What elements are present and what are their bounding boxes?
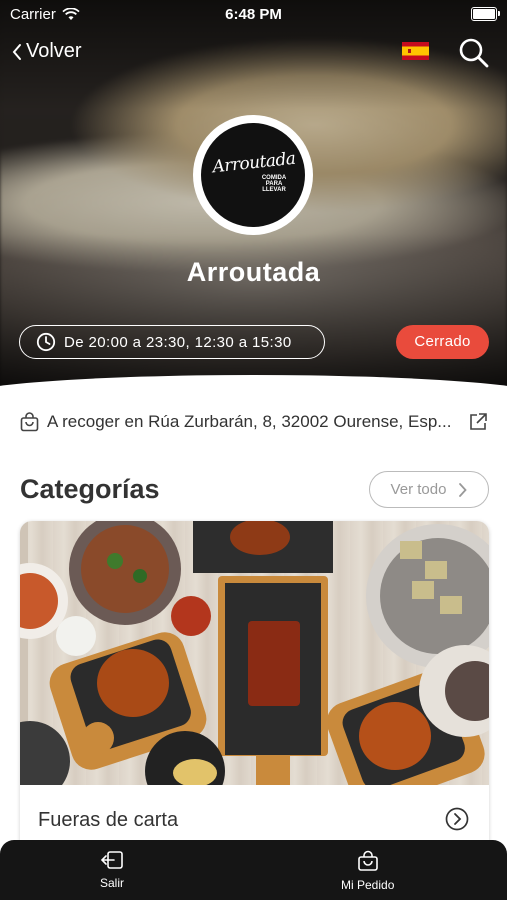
- pickup-address[interactable]: A recoger en Rúa Zurbarán, 8, 32002 Oure…: [20, 410, 488, 434]
- tab-mi-pedido-label: Mi Pedido: [341, 878, 395, 892]
- hours-text: De 20:00 a 23:30, 12:30 a 15:30: [64, 333, 292, 351]
- restaurant-name: Arroutada: [186, 257, 321, 287]
- bag-icon: [20, 412, 39, 432]
- tab-salir[interactable]: Salir: [100, 850, 124, 890]
- opening-hours: De 20:00 a 23:30, 12:30 a 15:30: [19, 325, 325, 359]
- status-badge: Cerrado: [396, 325, 489, 359]
- clock: 6:48 PM: [225, 6, 282, 23]
- status-bar: Carrier 6:48 PM: [0, 0, 507, 28]
- logo-script: Arroutada: [211, 148, 297, 178]
- chevron-left-icon: [12, 43, 21, 60]
- tab-mi-pedido[interactable]: Mi Pedido: [341, 850, 394, 892]
- chevron-right-icon: [459, 482, 468, 497]
- pickup-address-text: A recoger en Rúa Zurbarán, 8, 32002 Oure…: [47, 412, 452, 431]
- external-link-icon[interactable]: [468, 412, 488, 432]
- bottom-tab-bar: Salir Mi Pedido: [0, 840, 507, 900]
- category-label: Fueras de carta: [38, 809, 179, 831]
- bag-icon: [357, 850, 378, 871]
- category-card[interactable]: Fueras de carta: [20, 521, 489, 861]
- back-label: Volver: [26, 40, 82, 62]
- category-image: [20, 521, 489, 785]
- clock-icon: [36, 332, 56, 352]
- chevron-circle-right-icon[interactable]: [445, 807, 469, 831]
- view-all-label: Ver todo: [390, 481, 447, 498]
- logout-icon: [100, 851, 123, 869]
- back-button[interactable]: Volver: [12, 40, 82, 63]
- tab-salir-label: Salir: [100, 876, 125, 890]
- es-flag-icon[interactable]: [402, 42, 429, 60]
- restaurant-logo: Arroutada COMIDA PARA LLEVAR: [193, 115, 313, 235]
- categories-title: Categorías: [20, 474, 160, 504]
- battery-icon: [471, 7, 500, 21]
- logo-tagline: COMIDA PARA LLEVAR: [261, 175, 287, 193]
- view-all-button[interactable]: Ver todo: [369, 471, 489, 508]
- search-icon[interactable]: [458, 37, 490, 69]
